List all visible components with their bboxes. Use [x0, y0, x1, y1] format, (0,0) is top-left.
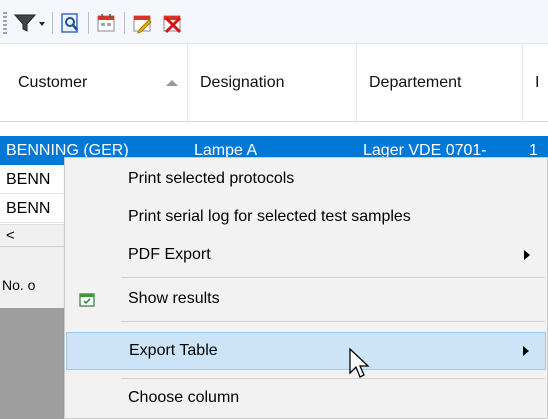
calendar-icon [97, 14, 115, 32]
column-header-departement[interactable]: Departement [357, 44, 522, 122]
toolbar-separator [88, 12, 89, 34]
delete-calendar-button[interactable] [158, 10, 186, 36]
calendar-button[interactable] [92, 10, 120, 36]
filter-dropdown-icon [13, 14, 45, 32]
toolbar-grip[interactable] [3, 12, 7, 34]
column-header-label: Customer [18, 74, 88, 91]
menu-item-print-serial-log[interactable]: Print serial log for selected test sampl… [66, 198, 546, 236]
calendar-check-icon [79, 293, 95, 307]
edit-calendar-icon [133, 15, 152, 34]
menu-item-label: Print selected protocols [128, 170, 295, 187]
menu-item-choose-column[interactable]: Choose column [66, 379, 546, 417]
menu-separator [121, 321, 545, 322]
menu-item-label: Print serial log for selected test sampl… [128, 208, 411, 225]
toolbar [0, 0, 548, 44]
menu-item-show-results[interactable]: Show results [66, 280, 546, 318]
sort-ascending-icon [166, 80, 178, 86]
toolbar-separator [124, 12, 125, 34]
context-menu: Print selected protocols Print serial lo… [64, 157, 548, 419]
menu-item-label: Show results [128, 290, 220, 307]
menu-separator [121, 277, 545, 278]
menu-item-pdf-export[interactable]: PDF Export [66, 236, 546, 274]
mouse-cursor-icon [349, 348, 370, 378]
menu-item-export-table[interactable]: Export Table [66, 332, 546, 370]
grid-footer: No. o [0, 246, 64, 308]
submenu-arrow-icon [523, 346, 529, 356]
column-header-label: I [535, 74, 540, 91]
empty-panel [0, 308, 64, 419]
submenu-arrow-icon [524, 250, 530, 260]
edit-calendar-button[interactable] [128, 10, 156, 36]
search-document-icon [61, 13, 78, 33]
toolbar-separator [52, 12, 53, 34]
filter-button[interactable] [12, 10, 48, 36]
cell-customer: BENN [6, 170, 51, 188]
column-header-customer[interactable]: Customer [18, 44, 188, 122]
column-header-label: Departement [369, 74, 462, 91]
footer-label: No. o [2, 277, 36, 293]
scroll-left-button[interactable]: < [6, 227, 15, 244]
menu-item-label: Choose column [128, 389, 240, 406]
menu-item-label: Export Table [129, 342, 218, 359]
horizontal-scrollbar[interactable]: < [0, 224, 64, 246]
column-header-partial[interactable]: I [523, 44, 548, 122]
delete-calendar-icon [163, 15, 182, 34]
menu-item-label: PDF Export [128, 246, 211, 263]
column-header-designation[interactable]: Designation [188, 44, 356, 122]
cell-customer: BENN [6, 199, 51, 217]
menu-item-print-protocols[interactable]: Print selected protocols [66, 160, 546, 198]
search-document-button[interactable] [56, 10, 84, 36]
column-header-label: Designation [200, 74, 285, 91]
